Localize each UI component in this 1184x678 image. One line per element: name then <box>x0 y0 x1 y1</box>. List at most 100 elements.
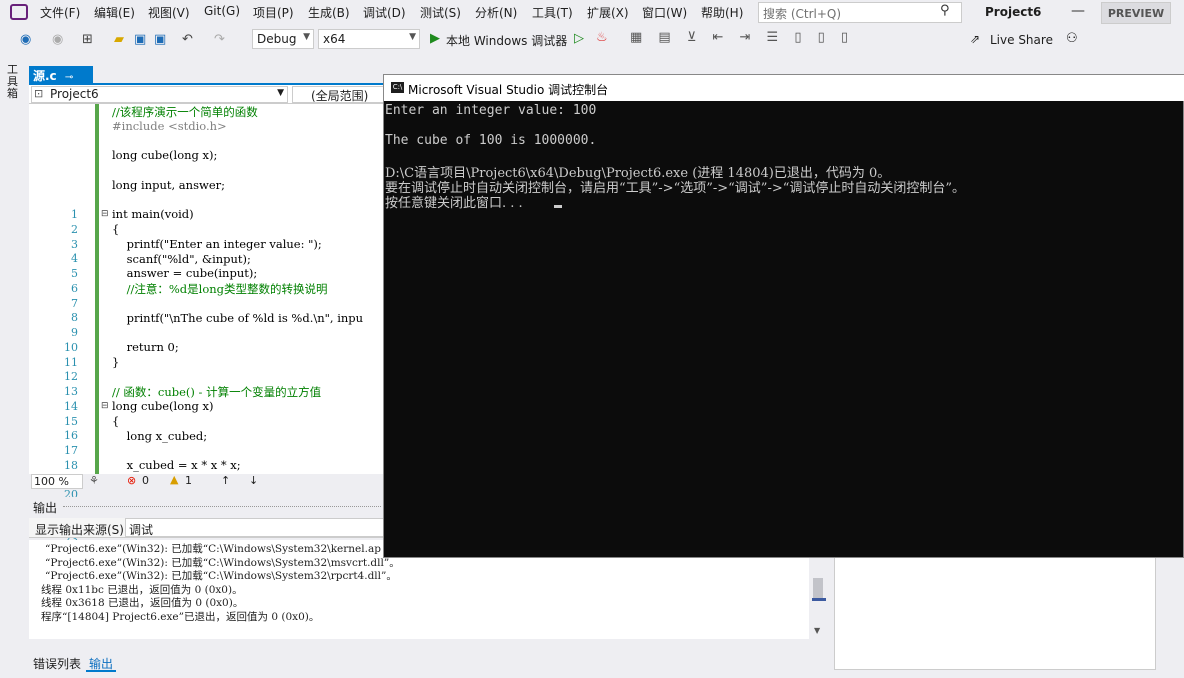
menu-edit[interactable]: 编辑(E) <box>94 4 135 21</box>
forward-icon[interactable]: ◉ <box>52 32 63 47</box>
config-dropdown[interactable]: Debug ▼ <box>252 29 314 49</box>
console-title-bar[interactable]: C:\ Microsoft Visual Studio 调试控制台 <box>384 75 1184 101</box>
line-number: 9 <box>71 326 78 339</box>
menu-window[interactable]: 窗口(W) <box>642 4 687 21</box>
line-number: 4 <box>71 252 78 266</box>
code-line[interactable]: } <box>112 355 119 369</box>
debug-console-window[interactable]: C:\ Microsoft Visual Studio 调试控制台 Enter … <box>383 74 1184 558</box>
menu-debug[interactable]: 调试(D) <box>363 4 406 21</box>
menu-git[interactable]: Git(G) <box>204 4 240 18</box>
error-count: 0 <box>142 474 149 487</box>
menu-extensions[interactable]: 扩展(X) <box>587 4 629 21</box>
menu-analyze[interactable]: 分析(N) <box>475 4 517 21</box>
live-share-button[interactable]: Live Share <box>990 33 1053 47</box>
save-icon[interactable]: ▣ <box>134 32 146 47</box>
line-number: 1 <box>71 208 78 221</box>
code-cleanup-icon[interactable]: ⚘ <box>89 474 99 487</box>
tab-label: 源.c <box>33 69 57 83</box>
search-input[interactable]: 搜索 (Ctrl+Q) <box>758 2 962 23</box>
output-title: 输出 <box>33 501 58 515</box>
code-line[interactable]: { <box>112 222 119 236</box>
warning-count: 1 <box>185 474 192 487</box>
config-value: Debug <box>257 32 297 46</box>
code-line[interactable]: long cube(long x) <box>112 399 214 413</box>
undo-icon[interactable]: ↶ <box>182 32 193 47</box>
console-output[interactable]: Enter an integer value: 100 The cube of 1… <box>384 101 1184 557</box>
solution-explorer-panel[interactable] <box>834 540 1156 670</box>
chevron-down-icon: ▼ <box>409 32 416 42</box>
tab-source-file[interactable]: 源.c ⊸ ✕ <box>29 66 93 98</box>
output-panel-header: 输出 <box>29 497 384 515</box>
hot-reload-icon[interactable]: ♨ <box>596 30 608 45</box>
scrollbar-thumb[interactable] <box>813 578 823 598</box>
fold-collapse-icon[interactable]: ⊟ <box>101 401 109 411</box>
feedback-icon[interactable]: ⚇ <box>1066 31 1078 46</box>
code-line[interactable]: // 函数：cube() - 计算一个变量的立方值 <box>112 384 321 400</box>
prev-issue-icon[interactable]: ↑ <box>221 474 230 487</box>
line-number: 3 <box>71 237 78 251</box>
project-icon: ⊡ <box>34 87 44 100</box>
warning-icon[interactable]: ▲ <box>170 473 178 486</box>
menu-build[interactable]: 生成(B) <box>308 4 350 21</box>
zoom-dropdown[interactable]: 100 % <box>31 474 83 489</box>
menu-help[interactable]: 帮助(H) <box>701 4 743 21</box>
play-icon[interactable]: ▶ <box>430 31 440 46</box>
line-number: 18 <box>64 458 78 472</box>
open-folder-icon[interactable]: ▰ <box>114 32 124 47</box>
console-cursor <box>554 205 562 208</box>
search-icon[interactable]: ⚲ <box>940 3 950 18</box>
code-line[interactable]: //该程序演示一个简单的函数 <box>112 104 258 120</box>
toolbar-misc-icons[interactable]: ▦ ▤ ⊻ ⇤ ⇥ ☰ ▯ ▯ ▯ <box>630 30 854 45</box>
code-line[interactable]: //注意：%d是long类型整数的转换说明 <box>112 281 328 297</box>
line-number: 11 <box>64 355 78 369</box>
menu-project[interactable]: 项目(P) <box>253 4 294 21</box>
toolbox-tab[interactable]: 工具箱 <box>7 64 19 100</box>
code-line[interactable]: scanf("%ld", &input); <box>112 252 251 266</box>
run-debugger-button[interactable]: 本地 Windows 调试器 <box>446 32 567 49</box>
menu-file[interactable]: 文件(F) <box>40 4 80 21</box>
line-number: 17 <box>64 444 78 457</box>
toolbox-strip <box>0 60 26 678</box>
bottom-tabs: 错误列表 输出 <box>29 652 384 672</box>
console-app-icon: C:\ <box>391 82 404 93</box>
code-line[interactable]: long input, answer; <box>112 178 225 192</box>
fold-collapse-icon[interactable]: ⊟ <box>101 209 109 219</box>
error-icon[interactable]: ⊗ <box>127 474 136 487</box>
scope-nav-dropdown[interactable]: (全局范围) <box>292 86 384 103</box>
line-number: 6 <box>71 281 78 295</box>
tab-error-list[interactable]: 错误列表 <box>33 655 81 672</box>
platform-dropdown[interactable]: x64 ▼ <box>318 29 420 49</box>
code-line[interactable]: long x_cubed; <box>112 429 208 443</box>
next-issue-icon[interactable]: ↓ <box>249 474 258 487</box>
code-line[interactable]: #include <stdio.h> <box>112 119 227 133</box>
code-line[interactable]: printf("Enter an integer value: "); <box>112 237 322 251</box>
editor-status-bar: 100 % ⚘ ⊗ 0 ▲ 1 ↑ ↓ <box>29 473 384 489</box>
code-line[interactable]: answer = cube(input); <box>112 266 258 280</box>
run-without-debug-icon[interactable]: ▷ <box>574 31 584 46</box>
line-number: 7 <box>71 296 78 310</box>
project-nav-dropdown[interactable]: Project6 ▼ <box>31 86 288 103</box>
menu-test[interactable]: 测试(S) <box>420 4 461 21</box>
redo-icon[interactable]: ↷ <box>214 32 225 47</box>
back-icon[interactable]: ◉ <box>20 32 31 47</box>
line-number: 13 <box>64 385 78 398</box>
save-all-icon[interactable]: ▣ <box>154 32 166 47</box>
minimize-button[interactable]: — <box>1068 3 1088 19</box>
code-line[interactable]: x_cubed = x * x * x; <box>112 458 241 472</box>
output-source-dropdown[interactable]: 调试 <box>125 518 384 537</box>
code-line[interactable]: int main(void) <box>112 207 194 221</box>
code-line[interactable]: printf("\nThe cube of %ld is %d.\n", inp… <box>112 311 363 325</box>
scroll-down-icon[interactable]: ▼ <box>814 626 820 635</box>
new-project-icon[interactable]: ⊞ <box>82 32 93 47</box>
console-line: The cube of 100 is 1000000. <box>385 133 597 148</box>
code-line[interactable]: return 0; <box>112 340 179 354</box>
menu-view[interactable]: 视图(V) <box>148 4 190 21</box>
live-share-icon[interactable]: ⇗ <box>970 32 980 46</box>
menu-tools[interactable]: 工具(T) <box>532 4 573 21</box>
code-line[interactable]: { <box>112 414 119 428</box>
preview-badge[interactable]: PREVIEW <box>1101 2 1171 24</box>
chevron-down-icon: ▼ <box>303 32 310 42</box>
line-number: 16 <box>64 429 78 443</box>
code-line[interactable]: long cube(long x); <box>112 148 217 162</box>
pin-icon[interactable]: ⊸ <box>65 72 73 83</box>
